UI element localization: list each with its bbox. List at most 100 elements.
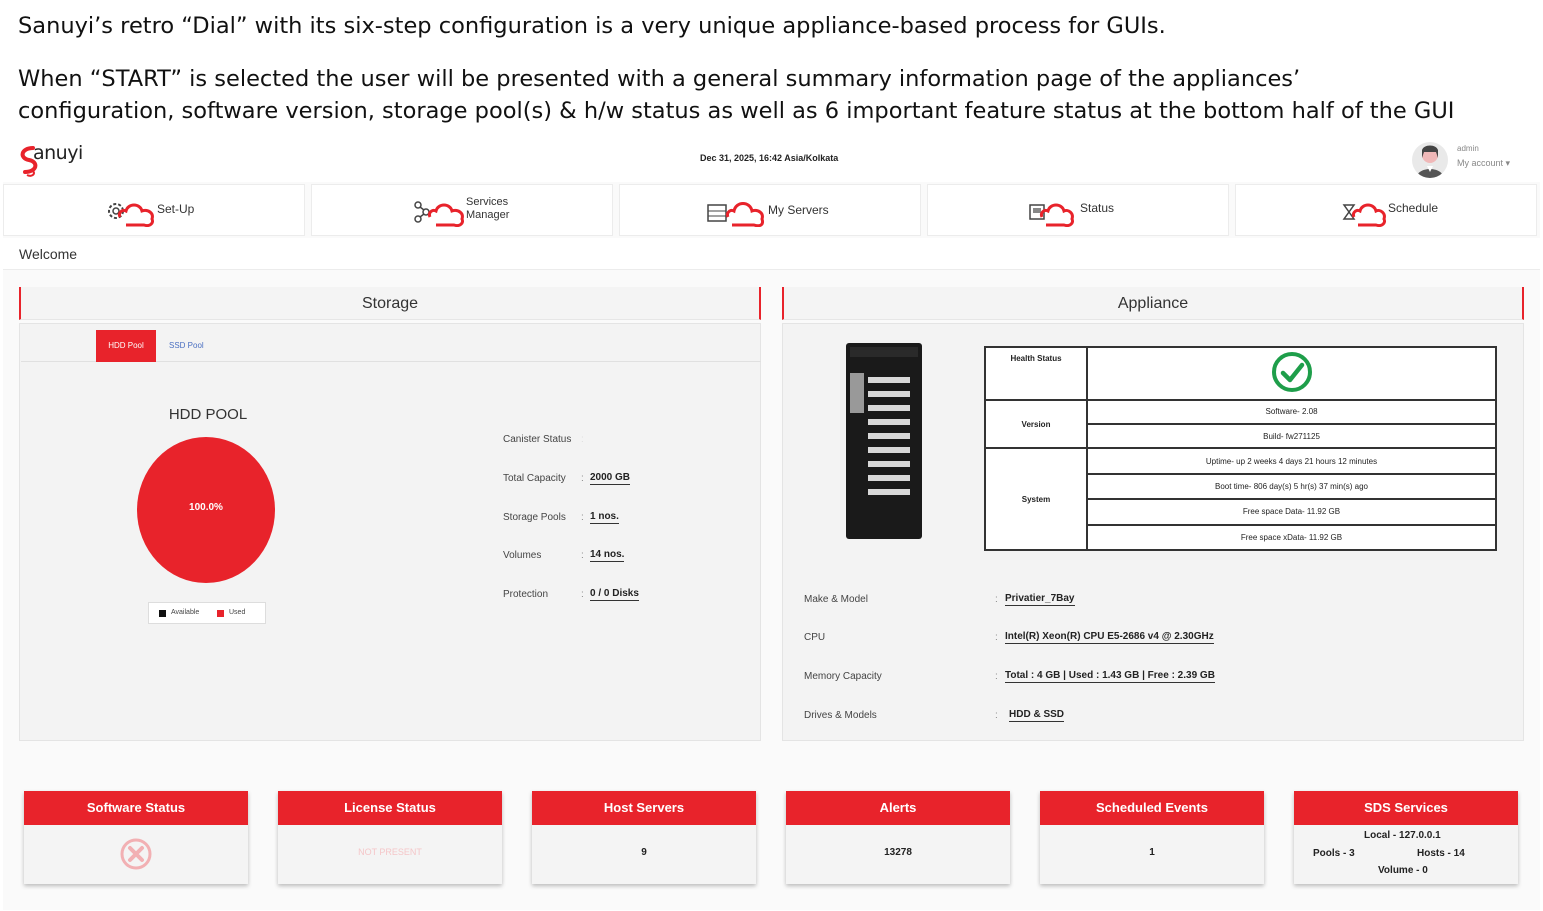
caption-line-3: configuration, software version, storage… [18, 98, 1455, 124]
nav-label: Schedule [1388, 201, 1439, 215]
card-alerts[interactable]: Alerts 13278 [786, 791, 1010, 884]
nav-item-setup[interactable]: Set-Up [3, 184, 305, 236]
card-software-status[interactable]: Software Status [24, 791, 248, 884]
nav-label: Status [1080, 201, 1115, 215]
health-status-label: Health Status [984, 346, 1088, 401]
datetime: Dec 31, 2025, 16:42 Asia/Kolkata [700, 153, 839, 163]
stat-colon: : [581, 473, 584, 484]
appliance-gui: anuyi Dec 31, 2025, 16:42 Asia/Kolkata a… [3, 140, 1540, 910]
error-x-circle-icon [120, 838, 152, 870]
nav-label: Set-Up [157, 202, 195, 216]
detail-value-cpu: Intel(R) Xeon(R) CPU E5-2686 v4 @ 2.30GH… [1005, 631, 1214, 644]
health-status-cell [1086, 346, 1497, 401]
detail-label-cpu: CPU [804, 632, 826, 643]
stat-value-volumes: 14 nos. [590, 549, 625, 562]
pool-tabs: HDD Pool SSD Pool [21, 330, 761, 362]
nav-label-line2: Manager [466, 209, 510, 221]
nav-label-line1: Services [466, 196, 509, 208]
card-host-servers[interactable]: Host Servers 9 [532, 791, 756, 884]
card-sds-services[interactable]: SDS Services Local - 127.0.0.1 Pools - 3… [1294, 791, 1518, 884]
tab-ssd-pool[interactable]: SSD Pool [169, 330, 204, 362]
sds-local: Local - 127.0.0.1 [1364, 830, 1441, 841]
welcome-bar: Welcome [3, 238, 1540, 270]
card-body: Local - 127.0.0.1 Pools - 3 Hosts - 14 V… [1294, 825, 1518, 884]
card-body: 9 [532, 825, 756, 884]
free-space-data: Free space Data- 11.92 GB [1086, 498, 1497, 526]
server-cloud-icon [707, 202, 764, 227]
stat-label-volumes: Volumes [503, 550, 542, 561]
stat-colon: : [581, 589, 584, 600]
detail-label-make-model: Make & Model [804, 594, 868, 605]
stat-colon: : [581, 512, 584, 523]
caption-line-1: Sanuyi’s retro “Dial” with its six-step … [18, 13, 1166, 39]
top-header: anuyi Dec 31, 2025, 16:42 Asia/Kolkata a… [3, 140, 1540, 182]
card-title: SDS Services [1294, 791, 1518, 825]
account-menu[interactable]: My account ▾ [1457, 158, 1510, 169]
legend-label-available: Available [171, 609, 200, 616]
nav-item-services-manager[interactable]: Services Manager [311, 184, 613, 236]
tab-hdd-pool[interactable]: HDD Pool [96, 330, 156, 362]
stat-colon: : [581, 550, 584, 561]
card-title: Alerts [786, 791, 1010, 825]
detail-label-memory: Memory Capacity [804, 671, 882, 682]
card-body: 1 [1040, 825, 1264, 884]
card-title: Software Status [24, 791, 248, 825]
detail-colon: : [995, 710, 998, 721]
scheduled-events-count: 1 [1149, 847, 1155, 858]
detail-colon: : [995, 594, 998, 605]
stat-value-total-capacity: 2000 GB [590, 472, 631, 485]
monitor-cloud-icon [1029, 203, 1074, 227]
card-license-status[interactable]: License Status NOT PRESENT [278, 791, 502, 884]
detail-label-drives: Drives & Models [804, 710, 877, 721]
gear-cloud-icon [108, 203, 154, 227]
software-version: Software- 2.08 [1086, 398, 1497, 426]
uptime: Uptime- up 2 weeks 4 days 21 hours 12 mi… [1086, 447, 1497, 475]
alerts-count: 13278 [884, 847, 912, 858]
free-space-xdata: Free space xData- 11.92 GB [1086, 523, 1497, 552]
logo-text: anuyi [33, 142, 83, 164]
sds-pools: Pools - 3 [1313, 848, 1355, 859]
stat-label-canister-status: Canister Status [503, 434, 572, 445]
pie-legend: Available Used [148, 602, 266, 624]
detail-value-make-model: Privatier_7Bay [1005, 593, 1075, 606]
card-title: License Status [278, 791, 502, 825]
hourglass-cloud-icon [1342, 203, 1386, 227]
detail-colon: : [995, 632, 998, 643]
user-avatar-icon [1416, 145, 1444, 178]
account-username: admin [1457, 144, 1479, 153]
boot-time: Boot time- 806 day(s) 5 hr(s) 37 min(s) … [1086, 472, 1497, 501]
host-servers-count: 9 [641, 847, 647, 858]
detail-value-drives: HDD & SSD [1009, 709, 1065, 722]
license-value: NOT PRESENT [358, 847, 422, 857]
build-version: Build- fw271125 [1086, 423, 1497, 450]
sds-volume: Volume - 0 [1378, 865, 1428, 876]
nav-item-status[interactable]: Status [927, 184, 1229, 236]
card-scheduled-events[interactable]: Scheduled Events 1 [1040, 791, 1264, 884]
pool-title: HDD POOL [168, 406, 248, 423]
caption-line-2: When “START” is selected the user will b… [18, 66, 1301, 92]
card-body: 13278 [786, 825, 1010, 884]
server-tower-icon [846, 343, 922, 539]
main-nav: Set-Up Services Manager My Servers Statu… [3, 184, 1540, 236]
legend-swatch-available [159, 610, 166, 617]
nav-item-schedule[interactable]: Schedule [1235, 184, 1537, 236]
nav-item-my-servers[interactable]: My Servers [619, 184, 921, 236]
detail-colon: : [995, 671, 998, 682]
check-circle-icon [1271, 352, 1312, 393]
pie-data-label: 100.0% [189, 502, 223, 513]
stat-label-protection: Protection [503, 589, 549, 600]
stat-label-storage-pools: Storage Pools [503, 512, 566, 523]
appliance-panel-title: Appliance [782, 287, 1524, 320]
stat-value-storage-pools: 1 nos. [590, 511, 619, 524]
card-title: Scheduled Events [1040, 791, 1264, 825]
legend-label-used: Used [229, 609, 246, 616]
stat-value-protection: 0 / 0 Disks [590, 588, 639, 601]
legend-swatch-used [217, 610, 224, 617]
sds-hosts: Hosts - 14 [1417, 848, 1465, 859]
hardware-status-table: Health Status Version Software- 2.08 Bui… [984, 346, 1497, 552]
sanuyi-logo[interactable]: anuyi [17, 142, 87, 180]
system-label: System [984, 447, 1088, 551]
avatar[interactable] [1412, 142, 1448, 178]
network-cloud-icon [414, 201, 464, 227]
card-body [24, 825, 248, 884]
